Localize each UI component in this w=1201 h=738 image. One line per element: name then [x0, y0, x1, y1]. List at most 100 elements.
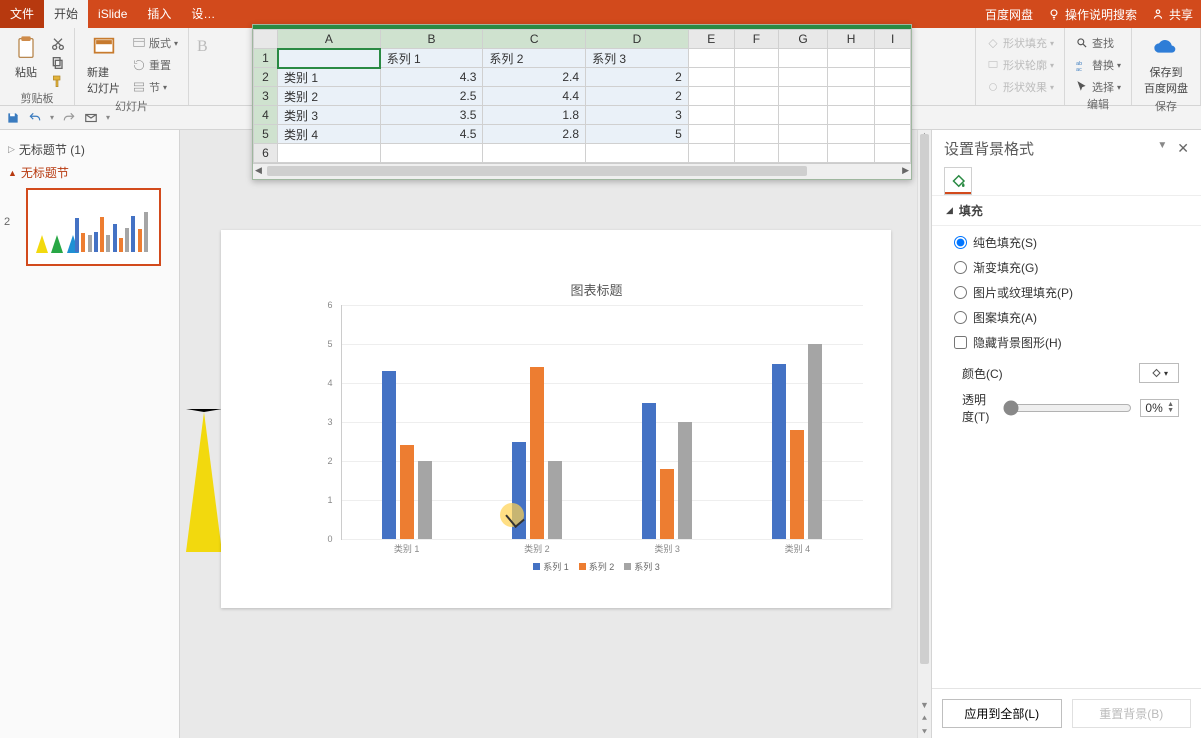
row-hdr-1[interactable]: 1	[254, 49, 278, 68]
bar[interactable]	[808, 344, 822, 539]
cell[interactable]	[827, 87, 874, 106]
shape-effects-button[interactable]: 形状效果▾	[984, 78, 1056, 96]
col-hdr-B[interactable]: B	[380, 30, 483, 49]
cell[interactable]	[278, 144, 381, 163]
opacity-input[interactable]: 0% ▲▼	[1140, 399, 1179, 417]
cell-B5[interactable]: 4.5	[380, 125, 483, 144]
cell[interactable]	[875, 106, 911, 125]
new-slide-button[interactable]: 新建 幻灯片	[83, 32, 124, 98]
cell[interactable]	[734, 49, 778, 68]
triangle-shape-yellow[interactable]	[186, 409, 222, 552]
undo-icon[interactable]	[28, 111, 42, 125]
cell[interactable]	[380, 144, 483, 163]
slide-outline-panel[interactable]: ▷ 无标题节 (1) ▲ 无标题节 2	[0, 130, 180, 738]
row-hdr-6[interactable]: 6	[254, 144, 278, 163]
row-hdr-2[interactable]: 2	[254, 68, 278, 87]
col-hdr-C[interactable]: C	[483, 30, 586, 49]
close-pane-icon[interactable]: ✕	[1177, 140, 1189, 157]
baidu-disk-link[interactable]: 百度网盘	[985, 6, 1033, 23]
cell-C4[interactable]: 1.8	[483, 106, 586, 125]
col-hdr-I[interactable]: I	[875, 30, 911, 49]
bar[interactable]	[660, 469, 674, 539]
cell-B3[interactable]: 2.5	[380, 87, 483, 106]
cell[interactable]	[875, 144, 911, 163]
embedded-spreadsheet[interactable]: A B C D E F G H I 1 系列 1 系列 2 系列 3 2 类别 …	[252, 24, 912, 180]
radio-pattern-fill[interactable]: 图案填充(A)	[954, 309, 1179, 326]
cell[interactable]	[779, 68, 828, 87]
bar[interactable]	[530, 367, 544, 539]
col-hdr-A[interactable]: A	[278, 30, 381, 49]
cell[interactable]	[734, 106, 778, 125]
cell[interactable]	[827, 106, 874, 125]
col-hdr-H[interactable]: H	[827, 30, 874, 49]
cell[interactable]	[875, 125, 911, 144]
spin-down-icon[interactable]: ▼	[1167, 408, 1174, 414]
cell-B2[interactable]: 4.3	[380, 68, 483, 87]
slide-thumbnail-2[interactable]	[26, 188, 161, 266]
cell[interactable]	[688, 68, 734, 87]
cell-D2[interactable]: 2	[586, 68, 689, 87]
qat-customize-icon[interactable]: ▾	[106, 113, 110, 122]
cell[interactable]	[734, 68, 778, 87]
cell-A4[interactable]: 类别 3	[278, 106, 381, 125]
cell[interactable]	[779, 144, 828, 163]
col-hdr-F[interactable]: F	[734, 30, 778, 49]
bar[interactable]	[548, 461, 562, 539]
cell-C5[interactable]: 2.8	[483, 125, 586, 144]
shape-outline-button[interactable]: 形状轮廓▾	[984, 56, 1056, 74]
scroll-thumb[interactable]	[267, 166, 807, 176]
cell[interactable]	[779, 49, 828, 68]
chart-legend[interactable]: 系列 1系列 2系列 3	[321, 560, 873, 573]
col-hdr-G[interactable]: G	[779, 30, 828, 49]
col-hdr-E[interactable]: E	[688, 30, 734, 49]
replace-button[interactable]: abac替换▾	[1073, 56, 1123, 74]
shape-fill-button[interactable]: 形状填充▾	[984, 34, 1056, 52]
slide-canvas-area[interactable]: 图表标题 0123456类别 1类别 2类别 3类别 4 系列 1系列 2系列 …	[180, 130, 931, 738]
chart-title[interactable]: 图表标题	[321, 280, 873, 299]
cell-B4[interactable]: 3.5	[380, 106, 483, 125]
cell[interactable]	[734, 87, 778, 106]
cell[interactable]	[586, 144, 689, 163]
undo-dropdown-icon[interactable]: ▾	[50, 113, 54, 122]
tab-file[interactable]: 文件	[0, 0, 44, 28]
cell-D4[interactable]: 3	[586, 106, 689, 125]
cell[interactable]	[827, 68, 874, 87]
cell[interactable]	[827, 125, 874, 144]
save-icon[interactable]	[6, 111, 20, 125]
section-button[interactable]: 节▾	[130, 78, 180, 96]
redo-icon[interactable]	[62, 111, 76, 125]
section-untitled-1[interactable]: ▷ 无标题节 (1)	[6, 138, 173, 161]
cell[interactable]	[827, 144, 874, 163]
vertical-scrollbar[interactable]: ▲ ▼ ⯅ ⯆	[917, 130, 931, 738]
chart-object[interactable]: 图表标题 0123456类别 1类别 2类别 3类别 4 系列 1系列 2系列 …	[321, 280, 873, 590]
bar[interactable]	[642, 403, 656, 540]
row-hdr-5[interactable]: 5	[254, 125, 278, 144]
row-hdr-3[interactable]: 3	[254, 87, 278, 106]
cell[interactable]	[827, 49, 874, 68]
paste-button[interactable]: 粘贴	[8, 32, 44, 82]
section-untitled-active[interactable]: ▲ 无标题节	[6, 161, 173, 184]
cell-A2[interactable]: 类别 1	[278, 68, 381, 87]
scroll-down-icon[interactable]: ▼	[918, 700, 931, 710]
cell[interactable]	[688, 87, 734, 106]
cell-D5[interactable]: 5	[586, 125, 689, 144]
color-picker-button[interactable]: ▾	[1139, 363, 1179, 383]
chart-plot-area[interactable]: 0123456类别 1类别 2类别 3类别 4	[341, 305, 863, 540]
bar[interactable]	[772, 364, 786, 540]
radio-gradient-fill[interactable]: 渐变填充(G)	[954, 259, 1179, 276]
cell-A1[interactable]	[278, 49, 381, 68]
cell-C2[interactable]: 2.4	[483, 68, 586, 87]
sheet-grid[interactable]: A B C D E F G H I 1 系列 1 系列 2 系列 3 2 类别 …	[253, 29, 911, 163]
share-button[interactable]: 共享	[1151, 6, 1193, 23]
tab-islide[interactable]: iSlide	[88, 0, 137, 28]
sheet-hscrollbar[interactable]: ◀ ▶	[253, 163, 911, 179]
scroll-left-icon[interactable]: ◀	[255, 165, 262, 176]
legend-item[interactable]: 系列 1	[533, 560, 569, 573]
cut-icon[interactable]	[50, 36, 66, 52]
cell[interactable]	[688, 106, 734, 125]
tab-design[interactable]: 设…	[181, 0, 225, 28]
tell-me-search[interactable]: 操作说明搜索	[1047, 6, 1137, 23]
bar[interactable]	[678, 422, 692, 539]
legend-item[interactable]: 系列 3	[624, 560, 660, 573]
cell[interactable]	[688, 125, 734, 144]
